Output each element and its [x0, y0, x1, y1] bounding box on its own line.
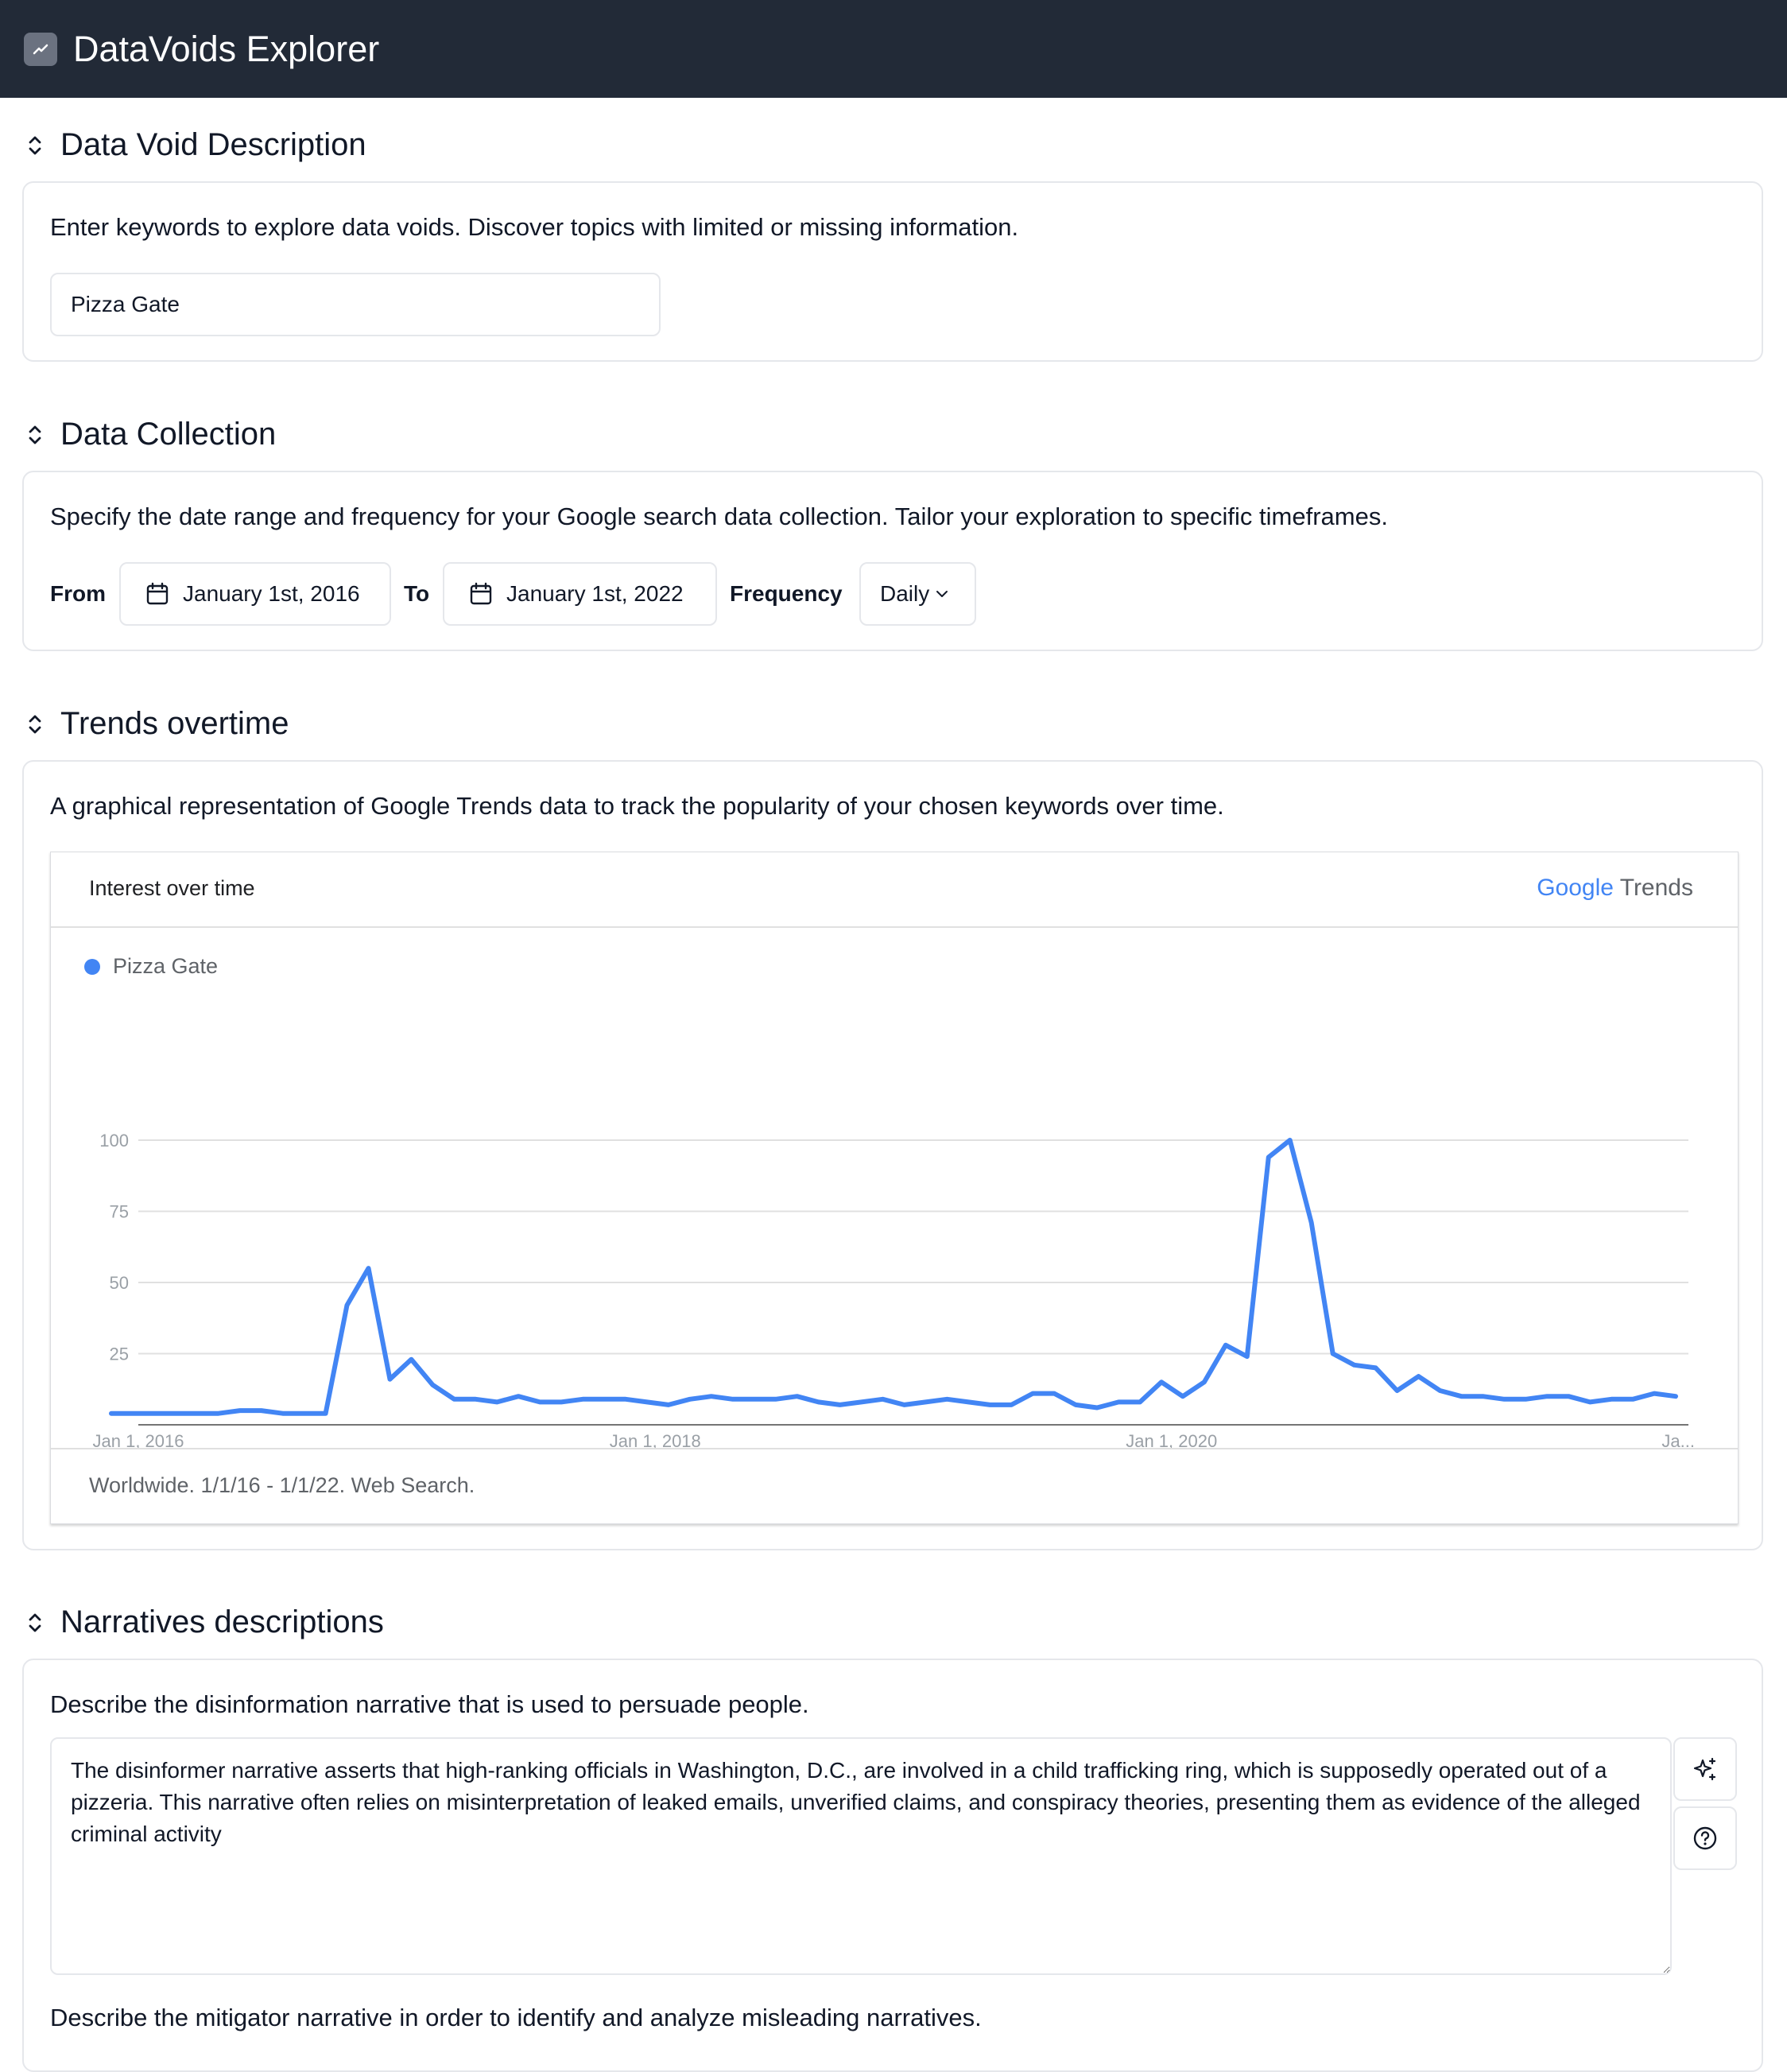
calendar-icon — [146, 582, 169, 605]
section-title: Data Void Description — [60, 127, 366, 162]
series-line-pizza-gate — [109, 1138, 1678, 1416]
collection-text: Specify the date range and frequency for… — [50, 502, 1388, 530]
trends-wordmark: Trends — [1619, 875, 1693, 901]
y-tick-label: 50 — [110, 1273, 129, 1293]
mitigator-text: Describe the mitigator narrative in orde… — [50, 2004, 982, 2031]
sparkles-icon — [1693, 1757, 1716, 1781]
trending-up-icon — [24, 32, 57, 66]
frequency-select[interactable]: Daily — [859, 562, 976, 626]
widget-footer: Worldwide. 1/1/16 - 1/1/22. Web Search. — [51, 1448, 1738, 1523]
section-header-narratives[interactable]: Narratives descriptions — [24, 1604, 384, 1640]
trends-card: A graphical representation of Google Tre… — [22, 760, 1763, 1550]
frequency-value: Daily — [880, 581, 930, 606]
widget-footer-text: Worldwide. 1/1/16 - 1/1/22. Web Search. — [89, 1473, 475, 1497]
section-header-collection[interactable]: Data Collection — [24, 417, 276, 452]
chevron-down-icon — [936, 591, 948, 597]
chevrons-up-down-icon — [29, 1613, 41, 1632]
from-label: From — [50, 581, 106, 606]
keyword-input[interactable]: Pizza Gate — [50, 273, 661, 336]
legend-dot — [84, 958, 100, 975]
narratives-card: Describe the disinformation narrative th… — [22, 1659, 1763, 2072]
chevrons-up-down-icon — [29, 136, 41, 154]
generate-ai-button[interactable] — [1673, 1737, 1737, 1801]
y-tick-label: 100 — [99, 1131, 129, 1150]
frequency-label: Frequency — [730, 581, 843, 606]
narratives-text: Describe the disinformation narrative th… — [50, 1690, 809, 1718]
app-header: DataVoids Explorer — [0, 0, 1787, 98]
to-date-value: January 1st, 2022 — [506, 581, 684, 606]
interest-over-time-chart: 100755025Jan 1, 2016 Jan 1, 2018 Jan 1, 20… — [93, 1131, 1695, 1451]
collection-card: Specify the date range and frequency for… — [22, 471, 1763, 651]
to-date-picker[interactable]: January 1st, 2022 — [443, 562, 717, 626]
section-title: Data Collection — [60, 417, 277, 452]
trends-text: A graphical representation of Google Tre… — [50, 792, 1224, 820]
description-text: Enter keywords to explore data voids. Di… — [50, 213, 1019, 241]
google-trends-widget: Interest over time Google Trends Pizza G… — [50, 852, 1739, 1524]
legend-label: Pizza Gate — [113, 954, 219, 978]
chart-legend: Pizza Gate — [84, 954, 218, 979]
y-tick-label: 75 — [110, 1202, 129, 1222]
chevrons-up-down-icon — [29, 425, 41, 444]
disinformer-narrative-textarea[interactable] — [50, 1737, 1672, 1975]
chevrons-up-down-icon — [29, 715, 41, 733]
calendar-icon — [470, 582, 492, 605]
app-title: DataVoids Explorer — [73, 28, 380, 69]
help-circle-icon — [1693, 1826, 1717, 1850]
section-header-description[interactable]: Data Void Description — [24, 127, 366, 163]
section-title: Narratives descriptions — [60, 1604, 384, 1639]
from-date-value: January 1st, 2016 — [183, 581, 360, 606]
section-header-trends[interactable]: Trends overtime — [24, 706, 289, 742]
from-date-picker[interactable]: January 1st, 2016 — [119, 562, 391, 626]
widget-header: Interest over time Google Trends — [51, 852, 1738, 928]
widget-title: Interest over time — [89, 876, 255, 900]
description-card: Enter keywords to explore data voids. Di… — [22, 181, 1763, 362]
google-trends-logo: Google Trends — [1537, 875, 1693, 902]
help-button[interactable] — [1673, 1806, 1737, 1870]
y-tick-label: 25 — [110, 1344, 129, 1364]
to-label: To — [404, 581, 430, 606]
section-title: Trends overtime — [60, 706, 289, 741]
google-wordmark: Google — [1537, 875, 1614, 901]
